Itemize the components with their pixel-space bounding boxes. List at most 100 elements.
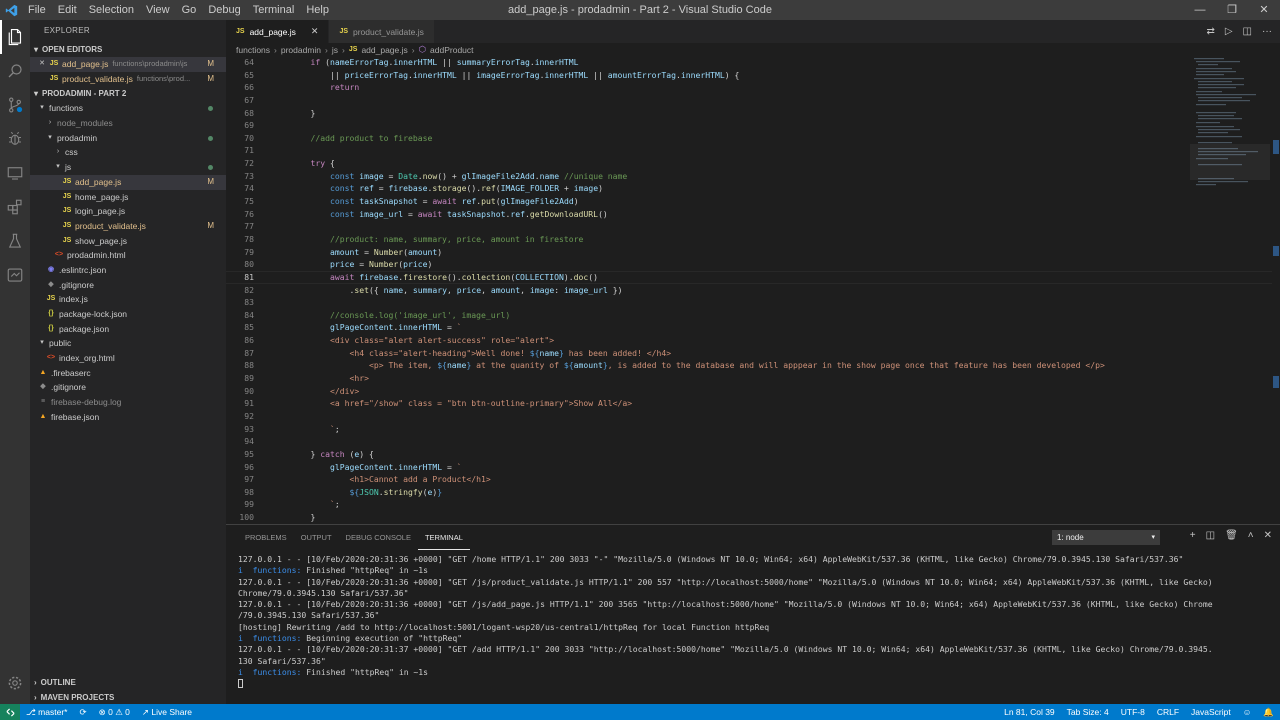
tree-folder[interactable]: ▾ functions	[30, 101, 226, 116]
breadcrumb-item[interactable]: prodadmin	[281, 45, 321, 55]
feedback-icon[interactable]: ☺	[1237, 707, 1258, 717]
code-line[interactable]: 98 ${JSON.stringfy(e)}	[226, 486, 1280, 499]
tree-file[interactable]: JS add_page.js M	[30, 174, 226, 190]
breadcrumb-item[interactable]: add_page.js	[361, 45, 407, 55]
menu-edit[interactable]: Edit	[52, 0, 83, 20]
tab-problems[interactable]: PROBLEMS	[238, 525, 294, 550]
terminal-output[interactable]: 127.0.0.1 - - [10/Feb/2020:20:31:36 +000…	[226, 550, 1280, 690]
tree-folder[interactable]: ▾ js	[30, 160, 226, 175]
open-editor-item[interactable]: JS product_validate.js functions\prod... M	[30, 72, 226, 87]
minimap[interactable]	[1190, 56, 1270, 524]
maven-projects-section[interactable]: › MAVEN PROJECTS	[30, 690, 226, 705]
terminal-select[interactable]: 1: node ▾	[1052, 530, 1160, 545]
code-line[interactable]: 78 //product: name, summary, price, amou…	[226, 233, 1280, 246]
code-line[interactable]: 66 return	[226, 81, 1280, 94]
menu-file[interactable]: File	[22, 0, 52, 20]
encoding[interactable]: UTF-8	[1115, 707, 1151, 717]
tab-debug-console[interactable]: DEBUG CONSOLE	[339, 525, 418, 550]
code-line[interactable]: 72 try {	[226, 157, 1280, 170]
code-line[interactable]: 75 const taskSnapshot = await ref.put(gl…	[226, 195, 1280, 208]
code-line[interactable]: 65 || priceErrorTag.innerHTML || imageEr…	[226, 69, 1280, 82]
compare-changes-icon[interactable]: ⇄	[1206, 26, 1214, 37]
code-line[interactable]: 96 glPageContent.innerHTML = `	[226, 461, 1280, 474]
code-line[interactable]: 81 await firebase.firestore().collection…	[226, 271, 1280, 284]
tree-file[interactable]: ▲ firebase.json	[30, 410, 226, 425]
code-line[interactable]: 92	[226, 410, 1280, 423]
code-line[interactable]: 84 //console.log('image_url', image_url)	[226, 309, 1280, 322]
menu-view[interactable]: View	[140, 0, 176, 20]
sync-icon[interactable]: ⟳	[73, 707, 92, 718]
code-line[interactable]: 76 const image_url = await taskSnapshot.…	[226, 208, 1280, 221]
tree-file[interactable]: ◆ .gitignore	[30, 380, 226, 395]
code-line[interactable]: 80 price = Number(price)	[226, 258, 1280, 271]
more-actions-icon[interactable]: ···	[1262, 26, 1272, 37]
maximize-button[interactable]: ❐	[1216, 0, 1248, 20]
menu-terminal[interactable]: Terminal	[247, 0, 301, 20]
kill-terminal-icon[interactable]: 🗑	[1225, 530, 1238, 541]
git-branch[interactable]: ⎇ master*	[20, 707, 73, 718]
breadcrumb-item[interactable]: addProduct	[430, 45, 473, 55]
code-line[interactable]: 67	[226, 94, 1280, 107]
tree-file[interactable]: ≡ firebase-debug.log	[30, 395, 226, 410]
extensions-icon[interactable]	[0, 190, 30, 224]
menu-go[interactable]: Go	[176, 0, 203, 20]
code-line[interactable]: 77	[226, 220, 1280, 233]
settings-gear-icon[interactable]	[0, 666, 30, 700]
close-window-button[interactable]: ✕	[1248, 0, 1280, 20]
code-line[interactable]: 73 const image = Date.now() + glImageFil…	[226, 170, 1280, 183]
notifications-bell-icon[interactable]: 🔔	[1257, 707, 1280, 718]
tree-file[interactable]: {} package-lock.json	[30, 307, 226, 322]
code-line[interactable]: 64 if (nameErrorTag.innerHTML || summary…	[226, 56, 1280, 69]
maximize-panel-icon[interactable]: ˄	[1248, 530, 1254, 541]
explorer-icon[interactable]	[0, 20, 30, 54]
debug-icon[interactable]	[0, 122, 30, 156]
tree-file[interactable]: JS index.js	[30, 292, 226, 307]
code-line[interactable]: 86 <div class="alert alert-success" role…	[226, 334, 1280, 347]
source-control-icon[interactable]	[0, 88, 30, 122]
menu-selection[interactable]: Selection	[83, 0, 140, 20]
remote-explorer-icon[interactable]	[0, 156, 30, 190]
tree-folder[interactable]: › css	[30, 145, 226, 160]
tree-file[interactable]: JS product_validate.js M	[30, 219, 226, 234]
tree-file[interactable]: JS login_page.js	[30, 204, 226, 219]
menu-help[interactable]: Help	[300, 0, 335, 20]
code-line[interactable]: 100 }	[226, 511, 1280, 524]
tab-size[interactable]: Tab Size: 4	[1061, 707, 1115, 717]
project-section[interactable]: ▾ PRODADMIN - PART 2	[30, 86, 226, 101]
breadcrumb-item[interactable]: js	[332, 45, 338, 55]
tree-file[interactable]: JS show_page.js	[30, 234, 226, 249]
tab-output[interactable]: OUTPUT	[294, 525, 339, 550]
close-icon[interactable]: ✕	[311, 26, 319, 37]
tree-folder[interactable]: ▾ public	[30, 336, 226, 351]
open-editor-item[interactable]: ✕ JS add_page.js functions\prodadmin\js M	[30, 57, 226, 72]
code-line[interactable]: 90 </div>	[226, 385, 1280, 398]
cursor-position[interactable]: Ln 81, Col 39	[998, 707, 1061, 717]
tab-product-validate-js[interactable]: JS product_validate.js	[329, 20, 435, 43]
code-line[interactable]: 95 } catch (e) {	[226, 448, 1280, 461]
tree-folder[interactable]: ▾ prodadmin	[30, 131, 226, 146]
tab-add-page-js[interactable]: JS add_page.js ✕	[226, 20, 330, 43]
open-editors-section[interactable]: ▾ OPEN EDITORS	[30, 42, 226, 57]
tree-file[interactable]: {} package.json	[30, 322, 226, 337]
terminal-prompt[interactable]	[238, 678, 1280, 689]
tree-file[interactable]: ◉ .eslintrc.json	[30, 263, 226, 278]
live-share-button[interactable]: ↗ Live Share	[136, 707, 198, 718]
breadcrumb-item[interactable]: functions	[236, 45, 270, 55]
code-line[interactable]: 94	[226, 435, 1280, 448]
code-line[interactable]: 87 <h4 class="alert-heading">Well done! …	[226, 347, 1280, 360]
code-line[interactable]: 74 const ref = firebase.storage().ref(IM…	[226, 182, 1280, 195]
tree-file[interactable]: <> index_org.html	[30, 351, 226, 366]
new-terminal-icon[interactable]: +	[1190, 530, 1196, 541]
testing-flask-icon[interactable]	[0, 224, 30, 258]
close-icon[interactable]: ✕	[38, 57, 46, 72]
tree-file[interactable]: ▲ .firebaserc	[30, 366, 226, 381]
code-editor[interactable]: 64 if (nameErrorTag.innerHTML || summary…	[226, 56, 1280, 524]
code-line[interactable]: 69	[226, 119, 1280, 132]
remote-indicator-icon[interactable]	[0, 704, 20, 720]
run-icon[interactable]: ▷	[1225, 26, 1233, 37]
code-line[interactable]: 89 <hr>	[226, 372, 1280, 385]
tab-terminal[interactable]: TERMINAL	[417, 525, 470, 550]
code-line[interactable]: 82 .set({ name, summary, price, amount, …	[226, 284, 1280, 297]
menu-debug[interactable]: Debug	[202, 0, 246, 20]
tree-folder[interactable]: › node_modules	[30, 116, 226, 131]
